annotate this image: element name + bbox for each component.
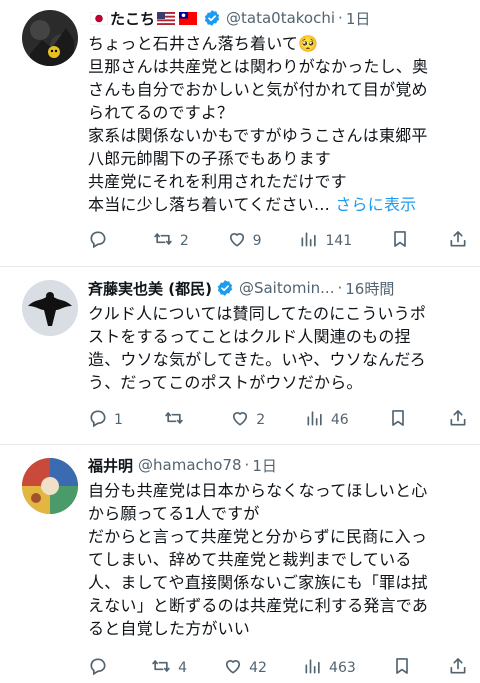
display-name[interactable]: 福井明 xyxy=(88,455,133,476)
handle[interactable]: @tata0takochi xyxy=(226,9,335,27)
heart-icon xyxy=(227,229,247,253)
tweet-line-last: 本当に少し落ち着いてください… xyxy=(88,195,331,214)
separator-dot: · xyxy=(338,9,343,27)
tweet-text: ちょっと石井さん落ち着いて🥺 旦那さんは共産党とは関わりがなかったし、奥 さんも… xyxy=(88,32,468,216)
views-count: 46 xyxy=(330,412,349,428)
tweet-line: だからと言って共産党と分からずに民商に入っ xyxy=(88,527,428,546)
bookmark-icon xyxy=(388,408,408,432)
views-icon xyxy=(299,229,319,253)
views-button[interactable]: 141 xyxy=(299,229,352,253)
repost-count: 2 xyxy=(179,233,189,249)
repost-button[interactable]: 2 xyxy=(152,229,189,253)
bookmark-button[interactable] xyxy=(388,408,408,432)
tweet-hamacho78[interactable]: 福井明 @hamacho78 · 1日 自分も共産党は日本からなくなってほしいと… xyxy=(0,445,480,683)
views-count: 463 xyxy=(329,660,356,676)
tweet-line: 旦那さんは共産党とは関わりがなかったし、奥 xyxy=(88,57,429,76)
tweet-saitomin[interactable]: 斉藤実也美 (都民) @Saitomin... · 16時間 クルド人については… xyxy=(0,267,480,445)
display-name[interactable]: たこち xyxy=(110,8,155,29)
bookmark-button[interactable] xyxy=(390,229,410,253)
reply-icon xyxy=(88,656,108,680)
tweet-line: 本当に少し落ち着いてください… さらに表示 xyxy=(88,193,468,216)
views-icon xyxy=(305,408,325,432)
tweet-header: 斉藤実也美 (都民) @Saitomin... · 16時間 xyxy=(88,277,468,299)
heart-icon xyxy=(230,408,250,432)
avatar[interactable] xyxy=(22,280,78,336)
repost-icon xyxy=(150,656,172,680)
handle[interactable]: @hamacho78 xyxy=(138,456,242,474)
tweet-line: てしまい、辞めて共産党と裁判までしている xyxy=(88,550,412,569)
timestamp[interactable]: 1日 xyxy=(252,455,277,476)
tweet-line: 人、ましてや直接関係ないご家族にも「罪は拭 xyxy=(88,573,428,592)
show-more-link[interactable]: さらに表示 xyxy=(335,195,416,214)
share-button[interactable] xyxy=(448,408,468,432)
bookmark-button[interactable] xyxy=(392,656,412,680)
tweet-line: えない」と断ずるのは共産党に利する発言であ xyxy=(88,596,429,615)
reply-button[interactable]: 1 xyxy=(88,408,123,432)
repost-button[interactable] xyxy=(163,408,191,432)
repost-button[interactable]: 4 xyxy=(150,656,187,680)
tweet-line: う、だってこのポストがウソだから。 xyxy=(88,373,363,392)
handle[interactable]: @Saitomin... xyxy=(239,279,335,297)
reply-count: 1 xyxy=(114,412,123,428)
share-icon xyxy=(448,656,468,680)
reply-icon xyxy=(88,408,108,432)
like-button[interactable]: 9 xyxy=(227,229,262,253)
tweet-header: たこち @tata0takochi · 1日 xyxy=(88,7,468,29)
tweet-line: さんも自分でおかしいと気が付かれて目が覚め xyxy=(88,80,428,99)
reply-icon xyxy=(88,229,108,253)
tweet-line: 共産党にそれを利用されただけです xyxy=(88,172,347,191)
tweet-line: クルド人については賛同してたのにこういうポ xyxy=(88,304,427,323)
heart-icon xyxy=(223,656,243,680)
japan-flag-icon xyxy=(90,11,108,25)
avatar[interactable] xyxy=(22,10,78,66)
share-button[interactable] xyxy=(448,656,468,680)
tweet-line: ストをするってことはクルド人関連のもの捏 xyxy=(88,327,411,346)
tweet-text: クルド人については賛同してたのにこういうポ ストをするってことはクルド人関連のも… xyxy=(88,302,468,394)
tweet-line: られてるのですよ？ xyxy=(88,103,234,122)
tweet-line: 八郎元帥閣下の子孫でもあります xyxy=(88,149,332,168)
tweet-line: 自分も共産党は日本からなくなってほしいと心 xyxy=(88,481,428,500)
tweet-line: ると自覚した方がいい xyxy=(88,619,251,638)
views-button[interactable]: 463 xyxy=(303,656,356,680)
views-button[interactable]: 46 xyxy=(305,408,349,432)
tweet-line: ちょっと石井さん落ち着いて🥺 xyxy=(88,34,319,53)
tweet-text: 自分も共産党は日本からなくなってほしいと心 から願ってる1人ですが だからと言っ… xyxy=(88,479,468,640)
avatar[interactable] xyxy=(22,458,78,514)
repost-count: 4 xyxy=(178,660,188,676)
bookmark-icon xyxy=(392,656,412,680)
tweet-tata0takochi[interactable]: たこち @tata0takochi · 1日 ちょっと石井さん落ち着いて🥺 旦那… xyxy=(0,0,480,267)
like-button[interactable]: 42 xyxy=(223,656,267,680)
taiwan-flag-icon xyxy=(179,11,198,25)
repost-icon xyxy=(152,229,174,253)
action-bar: 4 42 463 xyxy=(88,656,468,680)
action-bar: 2 9 141 xyxy=(88,229,468,253)
timestamp[interactable]: 1日 xyxy=(346,8,371,29)
verified-badge-icon xyxy=(203,9,221,27)
repost-icon xyxy=(163,408,185,432)
share-icon xyxy=(448,408,468,432)
reply-button[interactable] xyxy=(88,656,114,680)
like-button[interactable]: 2 xyxy=(230,408,265,432)
tweet-line: 家系は関係ないかもですがゆうこさんは東郷平 xyxy=(88,126,428,145)
us-flag-icon xyxy=(157,11,176,25)
like-count: 2 xyxy=(256,412,266,428)
share-icon xyxy=(448,229,468,253)
views-count: 141 xyxy=(325,233,353,249)
separator-dot: · xyxy=(337,279,343,297)
like-count: 42 xyxy=(249,660,267,676)
like-count: 9 xyxy=(252,233,262,249)
tweet-line: 造、ウソな気がしてきた。いや、ウソなんだろ xyxy=(88,350,426,369)
views-icon xyxy=(303,656,323,680)
reply-button[interactable] xyxy=(88,229,114,253)
timestamp[interactable]: 16時間 xyxy=(345,278,394,299)
verified-badge-icon xyxy=(216,279,234,297)
share-button[interactable] xyxy=(448,229,468,253)
display-name[interactable]: 斉藤実也美 (都民) xyxy=(88,278,212,299)
separator-dot: · xyxy=(244,456,250,474)
bookmark-icon xyxy=(390,229,410,253)
action-bar: 1 2 46 xyxy=(88,408,468,432)
tweet-header: 福井明 @hamacho78 · 1日 xyxy=(88,454,468,476)
tweet-line: から願ってる1人ですが xyxy=(88,504,260,523)
